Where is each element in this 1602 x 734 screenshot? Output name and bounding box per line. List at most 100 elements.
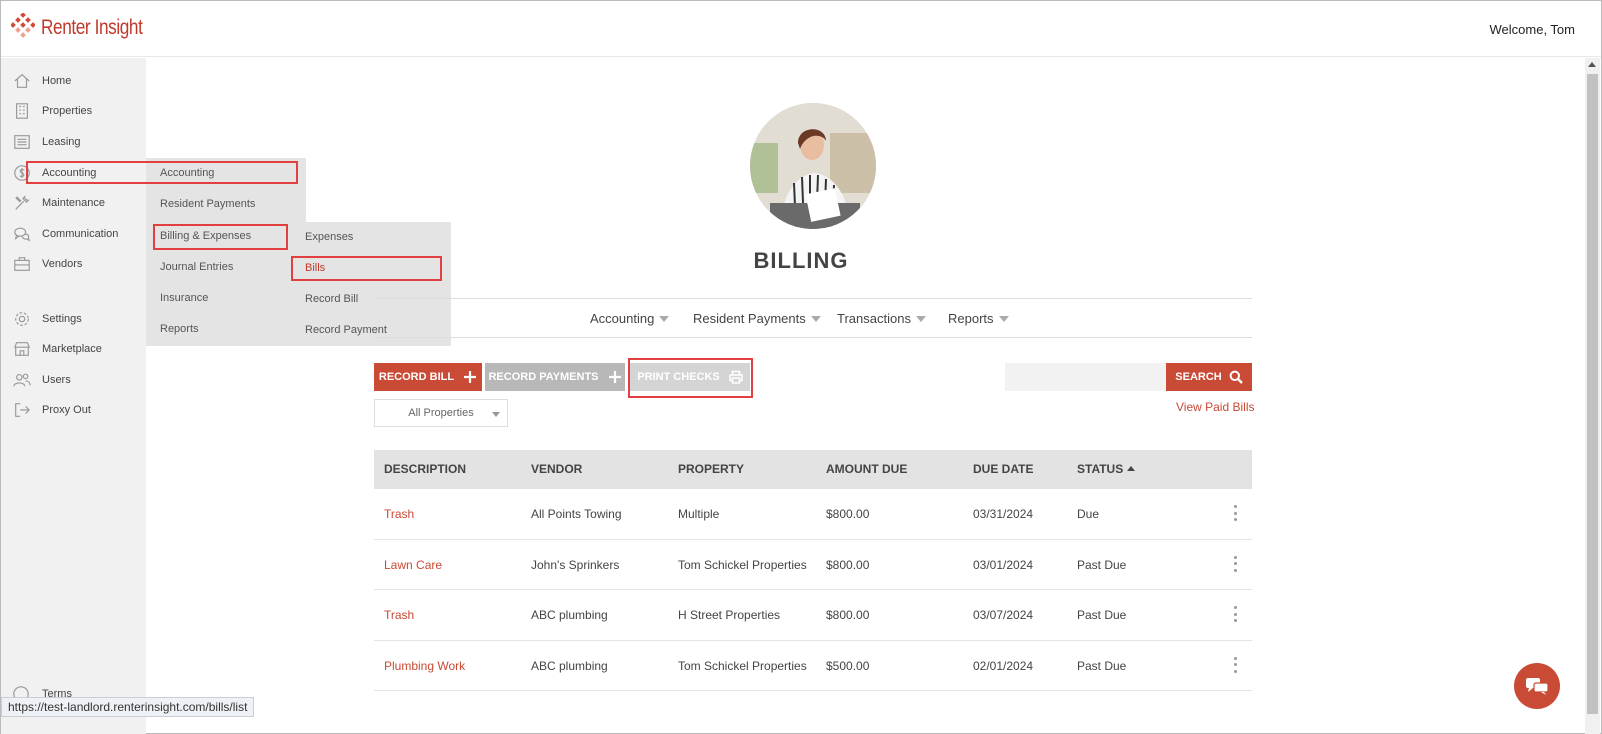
tab-label: Accounting (590, 311, 655, 326)
tools-icon (12, 193, 32, 213)
record-bill-button[interactable]: RECORD BILL (374, 363, 482, 391)
welcome-text[interactable]: Welcome, Tom (1490, 22, 1576, 37)
tab-accounting[interactable]: Accounting (590, 311, 670, 326)
column-header-amount-due[interactable]: AMOUNT DUE (826, 462, 907, 476)
sidebar-item-label: Maintenance (42, 197, 105, 209)
bill-status: Due (1077, 507, 1100, 521)
sidebar-item-maintenance[interactable]: Maintenance (1, 190, 146, 216)
tab-label: Resident Payments (693, 311, 806, 326)
tab-transactions[interactable]: Transactions (837, 311, 926, 326)
table-row: Trash All Points Towing Multiple $800.00… (374, 489, 1252, 540)
bill-amount-due: $800.00 (826, 507, 870, 521)
row-menu-kebab-icon[interactable] (1234, 606, 1238, 622)
printer-icon (728, 370, 743, 384)
property-filter-value: All Properties (408, 407, 474, 419)
submenu-item-resident-payments[interactable]: Resident Payments (160, 198, 255, 210)
row-menu-kebab-icon[interactable] (1234, 656, 1238, 673)
sidebar-item-label: Marketplace (42, 343, 102, 355)
bill-description-link[interactable]: Plumbing Work (384, 659, 465, 673)
record-payments-button[interactable]: RECORD PAYMENTS (485, 363, 625, 391)
bill-property: Tom Schickel Properties (678, 658, 807, 673)
search-input[interactable] (1005, 363, 1166, 391)
sidebar-item-settings[interactable]: Settings (1, 306, 146, 332)
caret-down-icon (659, 315, 670, 322)
column-header-description[interactable]: DESCRIPTION (384, 462, 466, 476)
highlight-box-billing-expenses (153, 224, 288, 250)
page-scrollbar[interactable] (1585, 58, 1600, 734)
column-header-status-label: STATUS (1077, 462, 1124, 476)
scroll-thumb[interactable] (1587, 74, 1598, 714)
bill-status: Past Due (1077, 557, 1127, 572)
sidebar-item-label: Communication (42, 228, 119, 240)
sort-ascending-icon (1127, 466, 1136, 471)
tab-resident-payments[interactable]: Resident Payments (693, 311, 821, 326)
submenu-item-expenses[interactable]: Expenses (305, 231, 353, 243)
sidebar-item-communication[interactable]: Communication (1, 221, 146, 247)
bills-table: DESCRIPTION VENDOR PROPERTY AMOUNT DUE D… (374, 450, 1252, 691)
tab-label: Transactions (837, 311, 911, 326)
submenu-item-reports[interactable]: Reports (160, 323, 199, 335)
scroll-up-arrow-icon[interactable] (1588, 62, 1596, 67)
column-header-due-date[interactable]: DUE DATE (973, 462, 1033, 476)
sidebar-item-proxy-out[interactable]: Proxy Out (1, 397, 146, 423)
building-icon (12, 101, 32, 121)
sidebar-item-label: Properties (42, 105, 93, 117)
row-menu-kebab-icon[interactable] (1234, 555, 1238, 572)
bill-due-date: 03/07/2024 (973, 608, 1034, 622)
tab-label: Reports (948, 311, 994, 326)
bill-amount-due: $800.00 (826, 608, 870, 622)
sidebar-item-marketplace[interactable]: Marketplace (1, 336, 146, 362)
chevron-down-icon (492, 412, 500, 417)
sidebar-item-home[interactable]: Home (1, 68, 146, 94)
row-menu-kebab-icon[interactable] (1234, 505, 1238, 521)
bill-vendor: ABC plumbing (531, 658, 608, 673)
property-filter-select[interactable]: All Properties (374, 399, 508, 427)
view-paid-bills-link[interactable]: View Paid Bills (1176, 400, 1254, 414)
bill-description-link[interactable]: Trash (384, 608, 414, 622)
bill-amount-due: $800.00 (826, 557, 870, 572)
bill-description-link[interactable]: Trash (384, 507, 414, 521)
sidebar-item-label: Users (42, 374, 71, 386)
sidebar: Home Properties Leasing Accounting Maint… (1, 58, 146, 734)
search-icon (1229, 370, 1243, 384)
column-header-vendor[interactable]: VENDOR (531, 462, 582, 476)
home-icon (12, 71, 32, 91)
record-bill-label: RECORD BILL (378, 371, 455, 383)
users-icon (12, 370, 32, 390)
page-title: BILLING (753, 248, 849, 273)
sign-out-icon (12, 400, 32, 420)
browser-status-url: https://test-landlord.renterinsight.com/… (1, 697, 255, 717)
brand-name: Renter Insight (41, 16, 143, 39)
bill-vendor: John's Sprinkers (531, 557, 620, 572)
bill-vendor: All Points Towing (531, 507, 622, 521)
search-button[interactable]: SEARCH (1166, 363, 1252, 391)
tab-reports[interactable]: Reports (948, 311, 1009, 326)
bill-due-date: 03/31/2024 (973, 507, 1034, 521)
highlight-box-accounting (26, 161, 298, 184)
table-header: DESCRIPTION VENDOR PROPERTY AMOUNT DUE D… (374, 450, 1252, 489)
record-payments-label: RECORD PAYMENTS (488, 371, 599, 383)
bill-property: Tom Schickel Properties (678, 557, 807, 572)
bill-due-date: 03/01/2024 (973, 557, 1034, 572)
logo[interactable]: Renter Insight (10, 12, 165, 43)
store-icon (12, 339, 32, 359)
sidebar-item-label: Settings (42, 313, 82, 325)
print-checks-button[interactable]: PRINT CHECKS (630, 363, 750, 391)
bill-status: Past Due (1077, 608, 1127, 622)
sidebar-item-users[interactable]: Users (1, 367, 146, 393)
column-header-status[interactable]: STATUS (1077, 462, 1136, 476)
bill-description-link[interactable]: Lawn Care (384, 558, 442, 572)
sidebar-item-label: Proxy Out (42, 404, 91, 416)
caret-down-icon (915, 315, 926, 322)
sidebar-item-label: Leasing (42, 136, 81, 148)
bill-amount-due: $500.00 (826, 658, 870, 673)
submenu-item-record-bill[interactable]: Record Bill (305, 293, 358, 305)
gear-icon (12, 309, 32, 329)
sidebar-item-properties[interactable]: Properties (1, 98, 146, 124)
chat-widget-button[interactable] (1514, 663, 1560, 709)
sidebar-item-leasing[interactable]: Leasing (1, 129, 146, 155)
plus-icon (608, 371, 621, 383)
bill-status: Past Due (1077, 658, 1127, 673)
column-header-property[interactable]: PROPERTY (678, 462, 744, 476)
submenu-item-insurance[interactable]: Insurance (160, 292, 208, 304)
